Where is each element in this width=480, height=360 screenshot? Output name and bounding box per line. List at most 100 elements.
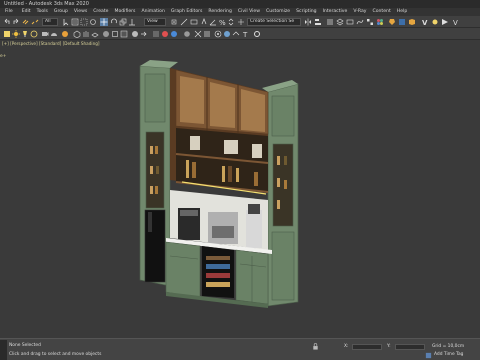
mirror-icon[interactable]	[304, 18, 312, 26]
vray-proxy-icon[interactable]	[73, 30, 81, 38]
lock-selection-icon[interactable]	[312, 343, 319, 350]
svg-text:%: %	[219, 19, 226, 26]
menu-create[interactable]: Create	[90, 8, 111, 16]
vray-color-picker-icon[interactable]	[161, 30, 169, 38]
svg-text:V: V	[453, 19, 458, 26]
menu-edit[interactable]: Edit	[16, 8, 34, 16]
select-rotate-icon[interactable]	[110, 18, 118, 26]
vray-info-icon[interactable]	[170, 30, 178, 38]
named-selection-dropdown[interactable]: Create Selection Se	[247, 18, 301, 26]
menu-group[interactable]: Group	[51, 8, 71, 16]
vray-ies-icon[interactable]	[21, 30, 29, 38]
unlink-icon[interactable]	[31, 18, 39, 26]
vray-volume-icon[interactable]	[214, 30, 222, 38]
grid-spacing: Grid = 10,0cm	[432, 344, 465, 349]
menu-graph-editors[interactable]: Graph Editors	[168, 8, 206, 16]
vray-dome-camera-icon[interactable]	[50, 30, 58, 38]
vray-light-icon[interactable]	[3, 30, 11, 38]
percent-snap-icon[interactable]: %	[218, 18, 226, 26]
vray-sphere-icon[interactable]	[102, 30, 110, 38]
select-place-icon[interactable]	[128, 18, 136, 26]
vray-material-icon[interactable]	[131, 30, 139, 38]
curve-editor-icon[interactable]	[356, 18, 364, 26]
spinner-snap-icon[interactable]	[227, 18, 235, 26]
add-time-tag-button[interactable]: Add Time Tag	[434, 352, 463, 357]
rendered-frame-window-icon[interactable]	[398, 18, 406, 26]
menu-scripting[interactable]: Scripting	[293, 8, 319, 16]
snaps-toggle-icon[interactable]	[200, 18, 208, 26]
vray-environment-icon[interactable]	[223, 30, 231, 38]
toggle-ribbon-icon[interactable]	[346, 18, 354, 26]
angle-snap-icon[interactable]	[209, 18, 217, 26]
left-upper-door	[144, 73, 166, 123]
menu-views[interactable]: Views	[71, 8, 90, 16]
select-scale-icon[interactable]	[119, 18, 127, 26]
y-coordinate-field[interactable]	[395, 344, 425, 350]
vray-sun-icon[interactable]	[12, 30, 20, 38]
maxscript-listener[interactable]	[0, 340, 7, 360]
select-manipulate-icon[interactable]	[180, 18, 188, 26]
vray-vfb-icon[interactable]	[120, 30, 128, 38]
vray-settings-icon[interactable]	[253, 30, 261, 38]
side-label: e+	[0, 54, 7, 59]
vray-toolbar-icon[interactable]: V	[452, 18, 460, 26]
menu-civil-view[interactable]: Civil View	[235, 8, 263, 16]
vray-decal-icon[interactable]	[203, 30, 211, 38]
window-crossing-icon[interactable]	[89, 18, 97, 26]
pivot-center-icon[interactable]	[170, 18, 178, 26]
undo-icon[interactable]	[3, 18, 11, 26]
menu-help[interactable]: Help	[394, 8, 410, 16]
vray-sky-icon[interactable]	[61, 30, 69, 38]
vray-tools-icon[interactable]	[183, 30, 191, 38]
select-by-name-icon[interactable]	[71, 18, 79, 26]
x-coordinate-field[interactable]	[352, 344, 382, 350]
menu-rendering[interactable]: Rendering	[205, 8, 234, 16]
selection-filter-dropdown[interactable]: All	[42, 18, 58, 26]
vray-render-icon[interactable]	[441, 18, 449, 26]
lower-left-cabinet	[165, 241, 201, 299]
menu-interactive[interactable]: Interactive	[320, 8, 351, 16]
prompt-line: Click and drag to select and move object…	[9, 352, 102, 357]
vray-lights-icon[interactable]	[431, 18, 439, 26]
menu-content[interactable]: Content	[369, 8, 393, 16]
vray-fur-icon[interactable]	[82, 30, 90, 38]
redo-icon[interactable]	[12, 18, 20, 26]
align-icon[interactable]	[314, 18, 322, 26]
menu-vray[interactable]: V-Ray	[350, 8, 369, 16]
scene-explorer-icon[interactable]	[326, 18, 334, 26]
menu-file[interactable]: File	[0, 8, 16, 16]
layer-explorer-icon[interactable]	[336, 18, 344, 26]
rect-selection-icon[interactable]	[80, 18, 88, 26]
menu-animation[interactable]: Animation	[138, 8, 167, 16]
perspective-viewport[interactable]	[0, 40, 480, 338]
link-icon[interactable]	[22, 18, 30, 26]
reference-coordinate-dropdown[interactable]: View	[144, 18, 166, 26]
selection-status: None Selected	[9, 343, 41, 348]
select-object-icon[interactable]	[62, 18, 70, 26]
main-toolbar: All View % Create Selection Se V V	[0, 16, 480, 28]
vray-ambient-light-icon[interactable]	[30, 30, 38, 38]
right-glass-shelves	[272, 143, 294, 227]
time-tag-icon[interactable]	[425, 352, 432, 359]
menu-tools[interactable]: Tools	[34, 8, 51, 16]
vray-clipper-icon[interactable]	[194, 30, 202, 38]
vray-mesh-export-icon[interactable]	[111, 30, 119, 38]
material-editor-icon[interactable]	[376, 18, 384, 26]
menu-customize[interactable]: Customize	[263, 8, 293, 16]
render-production-icon[interactable]	[408, 18, 416, 26]
edit-named-selection-icon[interactable]	[237, 18, 245, 26]
svg-text:V: V	[422, 19, 428, 26]
vray-frame-buffer-icon[interactable]: V	[421, 18, 429, 26]
render-setup-icon[interactable]	[388, 18, 396, 26]
vray-physical-camera-icon[interactable]	[41, 30, 49, 38]
menu-modifiers[interactable]: Modifiers	[111, 8, 138, 16]
vray-scene-converter-icon[interactable]	[140, 30, 148, 38]
vray-lister-icon[interactable]	[152, 30, 160, 38]
select-move-icon[interactable]	[100, 18, 108, 26]
viewport-label[interactable]: [+] [Perspective] [Standard] [Default Sh…	[2, 40, 100, 47]
schematic-view-icon[interactable]	[366, 18, 374, 26]
vray-aerial-icon[interactable]	[232, 30, 240, 38]
vray-text-icon[interactable]: T	[242, 30, 250, 38]
keyboard-shortcut-icon[interactable]	[190, 18, 198, 26]
vray-plane-icon[interactable]	[91, 30, 99, 38]
